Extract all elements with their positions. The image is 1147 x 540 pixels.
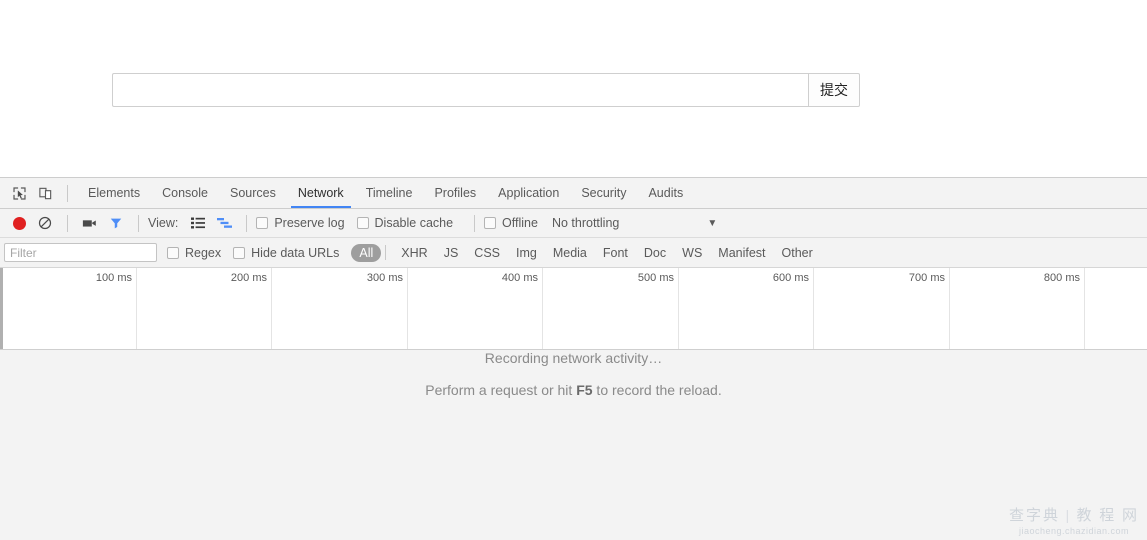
disable-cache-label: Disable cache (374, 216, 454, 230)
timeline-gridline (813, 268, 814, 349)
text-input[interactable] (112, 73, 808, 107)
timeline-left-handle[interactable] (0, 268, 3, 349)
timeline-gridline (542, 268, 543, 349)
resource-type-manifest[interactable]: Manifest (710, 244, 773, 262)
timeline-gridline (407, 268, 408, 349)
view-list-icon[interactable] (185, 211, 211, 235)
tab-audits[interactable]: Audits (637, 178, 694, 208)
record-icon[interactable] (6, 211, 32, 235)
resource-type-ws[interactable]: WS (674, 244, 710, 262)
controlbar-divider-4 (474, 214, 476, 232)
submit-form: 提交 (112, 73, 860, 107)
timeline-tick-label: 300 ms (366, 272, 403, 284)
tab-console[interactable]: Console (151, 178, 219, 208)
network-timeline-overview[interactable]: 100 ms 200 ms 300 ms 400 ms 500 ms 600 ms 700 … (0, 268, 1147, 350)
timeline-gridline (949, 268, 950, 349)
hide-data-urls-label: Hide data URLs (251, 245, 340, 260)
tab-application[interactable]: Application (487, 178, 570, 208)
offline-label: Offline (502, 216, 538, 230)
filter-funnel-icon[interactable] (103, 211, 129, 235)
throttling-select-value[interactable]: No throttling (552, 216, 619, 230)
timeline-tick-label: 600 ms (772, 272, 809, 284)
disable-cache-box (356, 217, 369, 229)
inspect-element-icon[interactable] (6, 181, 32, 205)
tab-network[interactable]: Network (287, 178, 355, 208)
record-dot (12, 216, 26, 230)
device-toolbar-icon[interactable] (32, 181, 58, 205)
resource-type-img[interactable]: Img (508, 244, 545, 262)
tab-timeline[interactable]: Timeline (355, 178, 424, 208)
tab-profiles[interactable]: Profiles (423, 178, 487, 208)
clear-icon[interactable] (32, 211, 58, 235)
timeline-tick-label: 400 ms (501, 272, 538, 284)
preserve-log-box (256, 217, 269, 229)
chevron-down-icon[interactable]: ▼ (707, 218, 717, 229)
offline-box (484, 217, 497, 229)
filter-input[interactable] (4, 243, 157, 262)
recording-hint-text: Perform a request or hit F5 to record th… (0, 382, 1147, 398)
timeline-gridline (678, 268, 679, 349)
disable-cache-checkbox[interactable]: Disable cache (356, 216, 454, 230)
timeline-tick-label: 100 ms (95, 272, 132, 284)
timeline-tick-label: 800 ms (1043, 272, 1080, 284)
view-label: View: (148, 216, 179, 230)
network-empty-state: Recording network activity… Perform a re… (0, 350, 1147, 398)
tab-elements[interactable]: Elements (77, 178, 151, 208)
resource-type-doc[interactable]: Doc (636, 244, 674, 262)
controlbar-divider-1 (67, 214, 68, 232)
network-control-bar: View: Preserve log Disable cache Offline… (0, 209, 1147, 238)
web-page-content: 提交 (0, 0, 1147, 177)
hint-prefix: Perform a request or hit (425, 382, 577, 398)
view-waterfall-icon[interactable] (211, 211, 237, 235)
timeline-tick-label: 700 ms (908, 272, 945, 284)
devtools-panel: Elements Console Sources Network Timelin… (0, 177, 1147, 540)
controlbar-divider-2 (138, 214, 139, 232)
submit-button[interactable]: 提交 (808, 73, 860, 107)
recording-status-text: Recording network activity… (484, 350, 663, 366)
hint-key: F5 (576, 382, 593, 398)
regex-box (167, 246, 179, 259)
tab-security[interactable]: Security (570, 178, 637, 208)
timeline-tick-label: 200 ms (230, 272, 267, 284)
resource-type-all[interactable]: All (351, 243, 382, 262)
tab-sources[interactable]: Sources (219, 178, 287, 208)
network-filter-bar: Regex Hide data URLs All XHR JS CSS Img … (0, 238, 1147, 268)
timeline-gridline (136, 268, 137, 349)
tabstrip-divider (67, 184, 68, 202)
resource-type-js[interactable]: JS (436, 244, 467, 262)
resource-type-css[interactable]: CSS (466, 244, 508, 262)
preserve-log-checkbox[interactable]: Preserve log (256, 216, 345, 230)
resource-type-other[interactable]: Other (774, 244, 821, 262)
offline-checkbox[interactable]: Offline (484, 216, 538, 230)
timeline-gridline (1084, 268, 1085, 349)
filterbar-divider (385, 245, 387, 260)
resource-type-font[interactable]: Font (595, 244, 636, 262)
hide-data-urls-box (233, 246, 246, 259)
resource-type-xhr[interactable]: XHR (393, 244, 435, 262)
hint-suffix: to record the reload. (592, 382, 722, 398)
devtools-tabstrip: Elements Console Sources Network Timelin… (0, 178, 1147, 209)
controlbar-divider-3 (246, 214, 248, 232)
timeline-gridline (271, 268, 272, 349)
regex-label: Regex (185, 245, 222, 260)
regex-checkbox[interactable]: Regex (167, 246, 221, 260)
hide-data-urls-checkbox[interactable]: Hide data URLs (233, 246, 339, 260)
camera-filmstrip-icon[interactable] (77, 211, 103, 235)
timeline-tick-label: 500 ms (637, 272, 674, 284)
resource-type-media[interactable]: Media (545, 244, 595, 262)
preserve-log-label: Preserve log (274, 216, 345, 230)
